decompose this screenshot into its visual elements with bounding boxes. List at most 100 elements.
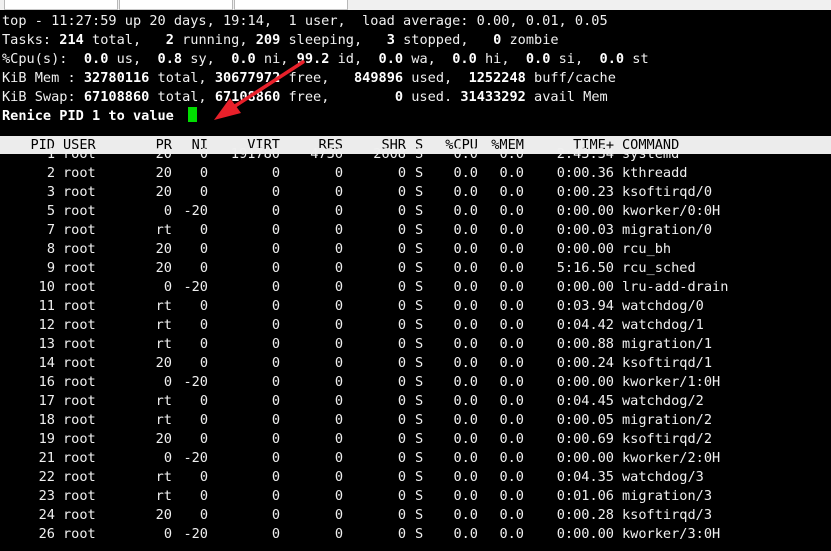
shr-cell: 0 (397, 526, 406, 542)
res-cell: 0 (334, 241, 343, 257)
table-row[interactable]: 11 root rt 0 0 0 0 S 0.0 0.0 0:03.94 watchdog/0 (0, 297, 831, 316)
table-row[interactable]: 3 root 20 0 0 0 0 S 0.0 0.0 0:00.23 ksoftirqd/0 (0, 183, 831, 202)
table-row[interactable]: 7 root rt 0 0 0 0 S 0.0 0.0 0:00.03 migration/0 (0, 221, 831, 240)
cpu-cell: 0.0 (453, 412, 478, 428)
pid-cell: 8 (46, 241, 55, 257)
user-cell: root (63, 279, 96, 295)
priority-cell: rt (155, 298, 172, 314)
table-row[interactable]: 2 root 20 0 0 0 0 S 0.0 0.0 0:00.36 kthreadd (0, 164, 831, 183)
state-cell: S (415, 317, 424, 333)
table-row[interactable]: 19 root 20 0 0 0 0 S 0.0 0.0 0:00.69 ksoftirqd/2 (0, 430, 831, 449)
mem-cell: 0.0 (499, 374, 524, 390)
priority-cell: 20 (155, 241, 172, 257)
table-row[interactable]: 24 root 20 0 0 0 0 S 0.0 0.0 0:00.28 ksoftirqd/3 (0, 506, 831, 525)
res-cell: 0 (334, 165, 343, 181)
priority-cell: 20 (155, 184, 172, 200)
shr-cell: 0 (397, 488, 406, 504)
cpu-cell: 0.0 (453, 431, 478, 447)
pid-cell: 16 (38, 374, 55, 390)
table-row[interactable]: 21 root 0 -20 0 0 0 S 0.0 0.0 0:00.00 kworker/2:0H (0, 449, 831, 468)
user-cell: root (63, 431, 96, 447)
cpu-cell: 0.0 (453, 336, 478, 352)
table-row[interactable]: 26 root 0 -20 0 0 0 S 0.0 0.0 0:00.00 kworker/3:0H (0, 525, 831, 544)
time-cell: 0:03.94 (556, 298, 614, 314)
table-row[interactable]: 23 root rt 0 0 0 0 S 0.0 0.0 0:01.06 migration/3 (0, 487, 831, 506)
table-row[interactable]: 17 root rt 0 0 0 0 S 0.0 0.0 0:04.45 watchdog/2 (0, 392, 831, 411)
state-cell: S (415, 431, 424, 447)
time-cell: 0:04.42 (556, 317, 614, 333)
res-cell: 0 (334, 393, 343, 409)
cpu-cell: 0.0 (453, 526, 478, 542)
nice-cell: 0 (199, 336, 208, 352)
command-cell: migration/1 (622, 336, 713, 352)
table-row[interactable]: 10 root 0 -20 0 0 0 S 0.0 0.0 0:00.00 lru-add-drain (0, 278, 831, 297)
res-cell: 0 (334, 260, 343, 276)
command-cell: kthreadd (622, 165, 688, 181)
terminal-tab-1[interactable] (4, 0, 118, 10)
cpu-cell: 0.0 (453, 203, 478, 219)
user-cell: root (63, 450, 96, 466)
cpu-cell: 0.0 (453, 241, 478, 257)
shr-cell: 0 (397, 431, 406, 447)
command-cell: ksoftirqd/3 (622, 507, 713, 523)
table-row[interactable]: 22 root rt 0 0 0 0 S 0.0 0.0 0:04.35 watchdog/3 (0, 468, 831, 487)
nice-cell: 0 (199, 165, 208, 181)
user-cell: root (63, 507, 96, 523)
shr-cell: 0 (397, 279, 406, 295)
priority-cell: 0 (163, 450, 172, 466)
res-cell: 0 (334, 336, 343, 352)
table-row[interactable]: 14 root 20 0 0 0 0 S 0.0 0.0 0:00.24 ksoftirqd/1 (0, 354, 831, 373)
nice-cell: 0 (199, 431, 208, 447)
time-cell: 0:04.45 (556, 393, 614, 409)
state-cell: S (415, 298, 424, 314)
time-cell: 0:00.05 (556, 412, 614, 428)
renice-prompt[interactable]: Renice PID 1 to value (2, 107, 198, 126)
cpu-cell: 0.0 (453, 393, 478, 409)
res-cell: 0 (334, 222, 343, 238)
user-cell: root (63, 298, 96, 314)
table-row[interactable]: 16 root 0 -20 0 0 0 S 0.0 0.0 0:00.00 kworker/1:0H (0, 373, 831, 392)
priority-cell: rt (155, 222, 172, 238)
user-cell: root (63, 374, 96, 390)
table-row[interactable]: 18 root rt 0 0 0 0 S 0.0 0.0 0:00.05 migration/2 (0, 411, 831, 430)
priority-cell: rt (155, 393, 172, 409)
renice-prompt-label: Renice PID 1 to value (2, 108, 183, 124)
user-cell: root (63, 146, 96, 162)
virt-cell: 0 (271, 355, 280, 371)
res-cell: 0 (334, 507, 343, 523)
state-cell: S (415, 412, 424, 428)
user-cell: root (63, 184, 96, 200)
terminal-tab-3[interactable] (234, 0, 348, 10)
cpu-cell: 0.0 (453, 222, 478, 238)
user-cell: root (63, 260, 96, 276)
pid-cell: 5 (46, 203, 55, 219)
res-cell: 0 (334, 450, 343, 466)
user-cell: root (63, 469, 96, 485)
table-row[interactable]: 5 root 0 -20 0 0 0 S 0.0 0.0 0:00.00 kworker/0:0H (0, 202, 831, 221)
tasks-line: Tasks: 214 total, 2 running, 209 sleepin… (2, 32, 559, 48)
command-cell: watchdog/2 (622, 393, 704, 409)
cpu-cell: 0.0 (453, 298, 478, 314)
time-cell: 0:00.00 (556, 241, 614, 257)
terminal-screen[interactable]: top - 11:27:59 up 20 days, 19:14, 1 user… (0, 10, 831, 551)
virt-cell: 0 (271, 317, 280, 333)
table-row[interactable]: 8 root 20 0 0 0 0 S 0.0 0.0 0:00.00 rcu_bh (0, 240, 831, 259)
nice-cell: 0 (199, 317, 208, 333)
time-cell: 0:00.23 (556, 184, 614, 200)
terminal-tab-2[interactable] (119, 0, 233, 10)
table-row[interactable]: 13 root rt 0 0 0 0 S 0.0 0.0 0:00.88 migration/1 (0, 335, 831, 354)
cpu-cell: 0.0 (453, 184, 478, 200)
user-cell: root (63, 241, 96, 257)
table-row[interactable]: 9 root 20 0 0 0 0 S 0.0 0.0 5:16.50 rcu_sched (0, 259, 831, 278)
table-row[interactable]: 1 root 20 0 191780 4736 2608 S 0.0 0.0 2:43.34 syst… (0, 145, 831, 164)
virt-cell: 0 (271, 374, 280, 390)
mem-cell: 0.0 (499, 298, 524, 314)
pid-cell: 12 (38, 317, 55, 333)
priority-cell: rt (155, 469, 172, 485)
user-cell: root (63, 412, 96, 428)
pid-cell: 17 (38, 393, 55, 409)
priority-cell: 0 (163, 203, 172, 219)
table-row[interactable]: 12 root rt 0 0 0 0 S 0.0 0.0 0:04.42 watchdog/1 (0, 316, 831, 335)
command-cell: ksoftirqd/2 (622, 431, 713, 447)
time-cell: 0:00.00 (556, 526, 614, 542)
